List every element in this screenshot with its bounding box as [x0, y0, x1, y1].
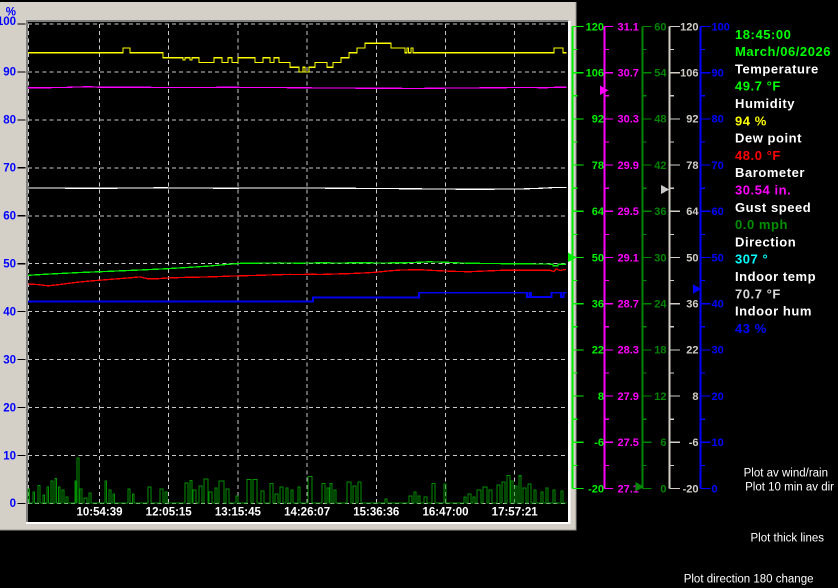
- svg-text:March/06/2026: March/06/2026: [735, 44, 831, 59]
- svg-text:120: 120: [586, 21, 604, 33]
- svg-text:0: 0: [660, 483, 666, 495]
- svg-text:Plot direction 180 change: Plot direction 180 change: [684, 573, 814, 585]
- svg-text:50: 50: [592, 252, 604, 264]
- svg-text:106: 106: [680, 68, 698, 80]
- svg-text:0: 0: [712, 483, 718, 495]
- svg-text:0.0 mph: 0.0 mph: [735, 217, 788, 232]
- svg-text:92: 92: [592, 114, 604, 126]
- svg-text:60: 60: [3, 211, 16, 223]
- svg-text:15:36:36: 15:36:36: [353, 507, 399, 519]
- svg-text:43 %: 43 %: [735, 321, 767, 336]
- svg-text:27.5: 27.5: [618, 437, 639, 449]
- svg-text:6: 6: [660, 437, 666, 449]
- svg-text:22: 22: [592, 345, 604, 357]
- svg-text:50: 50: [712, 252, 724, 264]
- svg-text:Temperature: Temperature: [735, 61, 819, 76]
- svg-text:30: 30: [712, 345, 724, 357]
- svg-text:29.9: 29.9: [618, 160, 639, 172]
- svg-text:17:57:21: 17:57:21: [492, 507, 539, 519]
- svg-text:120: 120: [680, 21, 698, 33]
- svg-text:36: 36: [592, 299, 604, 311]
- svg-text:54: 54: [654, 68, 667, 80]
- svg-text:30.7: 30.7: [618, 68, 639, 80]
- svg-text:42: 42: [654, 160, 666, 172]
- svg-text:20: 20: [3, 402, 16, 414]
- svg-text:36: 36: [654, 206, 666, 218]
- svg-text:29.5: 29.5: [618, 206, 639, 218]
- svg-text:92: 92: [686, 114, 698, 126]
- svg-text:14:26:07: 14:26:07: [284, 507, 330, 519]
- svg-text:70.7 °F: 70.7 °F: [735, 286, 781, 301]
- svg-text:64: 64: [592, 206, 605, 218]
- svg-text:-6: -6: [594, 437, 604, 449]
- svg-text:0: 0: [10, 498, 16, 510]
- svg-text:307 °: 307 °: [735, 252, 768, 267]
- svg-text:28.3: 28.3: [618, 345, 639, 357]
- svg-text:12: 12: [654, 391, 666, 403]
- svg-text:48.0 °F: 48.0 °F: [735, 148, 781, 163]
- svg-text:60: 60: [712, 206, 724, 218]
- svg-text:Plot av wind/rain: Plot av wind/rain: [744, 467, 828, 479]
- svg-text:-20: -20: [588, 483, 604, 495]
- svg-text:28.7: 28.7: [618, 299, 639, 311]
- svg-text:22: 22: [686, 345, 698, 357]
- svg-text:10: 10: [3, 450, 16, 462]
- svg-text:8: 8: [598, 391, 604, 403]
- svg-text:30: 30: [3, 354, 16, 366]
- svg-text:Dew point: Dew point: [735, 131, 802, 146]
- svg-text:49.7 °F: 49.7 °F: [735, 79, 781, 94]
- svg-text:18:45:00: 18:45:00: [735, 27, 791, 42]
- svg-text:90: 90: [3, 67, 16, 79]
- svg-text:50: 50: [3, 259, 16, 271]
- svg-text:30.3: 30.3: [618, 114, 639, 126]
- svg-text:13:15:45: 13:15:45: [215, 507, 262, 519]
- svg-text:100: 100: [712, 21, 730, 33]
- svg-text:70: 70: [712, 160, 724, 172]
- svg-text:10: 10: [712, 437, 724, 449]
- svg-text:80: 80: [3, 115, 16, 127]
- svg-text:70: 70: [3, 163, 16, 175]
- svg-text:30: 30: [654, 252, 666, 264]
- svg-text:100: 100: [0, 16, 16, 28]
- svg-text:Direction: Direction: [735, 234, 796, 249]
- svg-text:94 %: 94 %: [735, 113, 767, 128]
- svg-text:Barometer: Barometer: [735, 165, 805, 180]
- svg-text:80: 80: [712, 114, 724, 126]
- svg-text:24: 24: [654, 299, 667, 311]
- svg-text:Gust speed: Gust speed: [735, 200, 811, 215]
- svg-text:30.54 in.: 30.54 in.: [735, 183, 791, 198]
- svg-text:Indoor hum: Indoor hum: [735, 304, 812, 319]
- svg-text:Indoor temp: Indoor temp: [735, 269, 816, 284]
- svg-text:18: 18: [654, 345, 666, 357]
- svg-text:60: 60: [654, 21, 666, 33]
- svg-text:20: 20: [712, 391, 724, 403]
- svg-text:10:54:39: 10:54:39: [76, 507, 122, 519]
- svg-text:48: 48: [654, 114, 666, 126]
- svg-text:31.1: 31.1: [618, 21, 639, 33]
- svg-text:36: 36: [686, 299, 698, 311]
- svg-text:50: 50: [686, 252, 698, 264]
- svg-text:78: 78: [592, 160, 604, 172]
- svg-text:Plot 10 min av dir: Plot 10 min av dir: [745, 482, 834, 494]
- svg-text:64: 64: [686, 206, 699, 218]
- svg-text:-6: -6: [689, 437, 699, 449]
- svg-text:27.9: 27.9: [618, 391, 639, 403]
- svg-text:8: 8: [692, 391, 698, 403]
- svg-text:-20: -20: [683, 483, 699, 495]
- svg-text:16:47:00: 16:47:00: [422, 507, 468, 519]
- svg-text:12:05:15: 12:05:15: [146, 507, 193, 519]
- svg-text:40: 40: [712, 299, 724, 311]
- svg-text:40: 40: [3, 306, 16, 318]
- svg-text:106: 106: [586, 68, 604, 80]
- svg-text:78: 78: [686, 160, 698, 172]
- svg-text:90: 90: [712, 68, 724, 80]
- svg-text:29.1: 29.1: [618, 252, 639, 264]
- svg-text:Humidity: Humidity: [735, 96, 795, 111]
- svg-text:Plot thick lines: Plot thick lines: [750, 532, 824, 544]
